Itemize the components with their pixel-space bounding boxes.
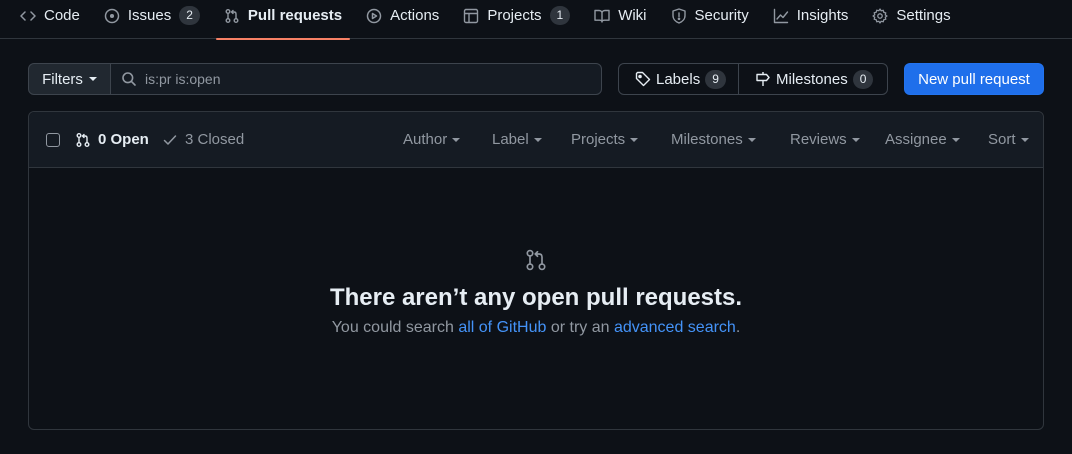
tab-security-label: Security — [694, 7, 749, 24]
tab-wiki-label: Wiki — [618, 7, 647, 24]
milestones-counter: 0 — [852, 69, 874, 89]
tab-pull-requests-label: Pull requests — [247, 7, 343, 24]
pr-list-header: 0 Open 3 Closed Author Label Projects Mi… — [29, 112, 1043, 168]
tab-settings[interactable]: Settings — [864, 0, 958, 39]
empty-state-title: There aren’t any open pull requests. — [329, 284, 743, 311]
tab-insights[interactable]: Insights — [765, 0, 857, 39]
closed-count-label: 3 Closed — [185, 131, 245, 148]
projects-filter[interactable]: Projects — [571, 131, 639, 148]
pr-toolbar: Filters Labels 9 Milestones 0 New pull r… — [28, 63, 1044, 95]
chevron-down-icon — [1020, 137, 1029, 142]
select-all-checkbox[interactable] — [46, 133, 60, 147]
open-filter[interactable]: 0 Open — [75, 131, 149, 148]
labels-counter: 9 — [705, 69, 726, 89]
milestones-filter[interactable]: Milestones — [671, 131, 756, 148]
graph-icon — [773, 8, 789, 24]
sort-filter-label: Sort — [988, 131, 1016, 148]
repo-nav: Code Issues 2 Pull requests Actions Proj… — [0, 0, 1072, 40]
tab-projects[interactable]: Projects 1 — [455, 0, 578, 39]
code-icon — [20, 8, 36, 24]
label-filter[interactable]: Label — [492, 131, 542, 148]
author-filter[interactable]: Author — [403, 131, 461, 148]
all-of-github-link[interactable]: all of GitHub — [458, 319, 546, 336]
chevron-down-icon — [88, 77, 97, 81]
advanced-search-link[interactable]: advanced search — [614, 319, 736, 336]
check-icon — [162, 132, 178, 148]
empty-desc-middle: or try an — [546, 319, 614, 336]
empty-desc-prefix: You could search — [331, 319, 459, 336]
issue-opened-icon — [104, 8, 120, 24]
label-filter-label: Label — [492, 131, 529, 148]
pr-list: 0 Open 3 Closed Author Label Projects Mi… — [28, 111, 1044, 430]
shield-icon — [671, 7, 687, 24]
tab-insights-label: Insights — [796, 7, 849, 24]
tab-projects-label: Projects — [487, 7, 542, 24]
chevron-down-icon — [533, 137, 542, 142]
assignee-filter-label: Assignee — [885, 131, 947, 148]
search-input[interactable] — [145, 71, 585, 87]
gear-icon — [872, 7, 889, 24]
chevron-down-icon — [747, 137, 756, 142]
sort-filter[interactable]: Sort — [988, 131, 1029, 148]
milestones-label: Milestones — [776, 70, 848, 88]
labels-label: Labels — [656, 70, 701, 88]
tab-actions-label: Actions — [390, 7, 440, 24]
git-pull-request-icon — [224, 8, 240, 24]
git-pull-request-icon — [524, 248, 548, 272]
labels-milestones-group: Labels 9 Milestones 0 — [618, 63, 888, 95]
chevron-down-icon — [630, 137, 639, 142]
tab-issues-label: Issues — [127, 7, 172, 24]
tab-security[interactable]: Security — [663, 0, 757, 39]
reviews-filter[interactable]: Reviews — [790, 131, 860, 148]
tab-code[interactable]: Code — [12, 0, 88, 39]
tab-pull-requests[interactable]: Pull requests — [215, 0, 351, 40]
milestones-filter-label: Milestones — [671, 131, 743, 148]
filters-label: Filters — [42, 70, 83, 88]
labels-button[interactable]: Labels 9 — [619, 64, 739, 94]
tab-actions[interactable]: Actions — [358, 0, 447, 39]
tab-wiki[interactable]: Wiki — [586, 0, 654, 39]
book-icon — [594, 8, 610, 24]
git-pull-request-icon — [75, 132, 91, 148]
tab-settings-label: Settings — [896, 7, 951, 24]
search-icon — [121, 71, 137, 87]
projects-counter: 1 — [549, 6, 571, 25]
empty-desc-suffix: . — [735, 319, 741, 336]
play-icon — [366, 8, 382, 24]
assignee-filter[interactable]: Assignee — [885, 131, 960, 148]
milestone-icon — [755, 71, 771, 87]
issues-counter: 2 — [179, 6, 200, 25]
search-field[interactable] — [110, 63, 602, 95]
tag-icon — [635, 71, 651, 87]
author-filter-label: Author — [403, 131, 448, 148]
projects-filter-label: Projects — [571, 131, 626, 148]
reviews-filter-label: Reviews — [790, 131, 847, 148]
tab-issues[interactable]: Issues 2 — [96, 0, 208, 39]
new-pull-request-button[interactable]: New pull request — [904, 63, 1044, 95]
milestones-button[interactable]: Milestones 0 — [739, 64, 887, 94]
tab-code-label: Code — [44, 7, 80, 24]
empty-state-description: You could search all of GitHub or try an… — [29, 319, 1043, 337]
table-icon — [463, 8, 479, 24]
closed-filter[interactable]: 3 Closed — [162, 131, 244, 148]
filters-button[interactable]: Filters — [28, 63, 111, 95]
chevron-down-icon — [452, 137, 461, 142]
chevron-down-icon — [851, 137, 860, 142]
open-count-label: 0 Open — [98, 131, 149, 148]
chevron-down-icon — [951, 137, 960, 142]
